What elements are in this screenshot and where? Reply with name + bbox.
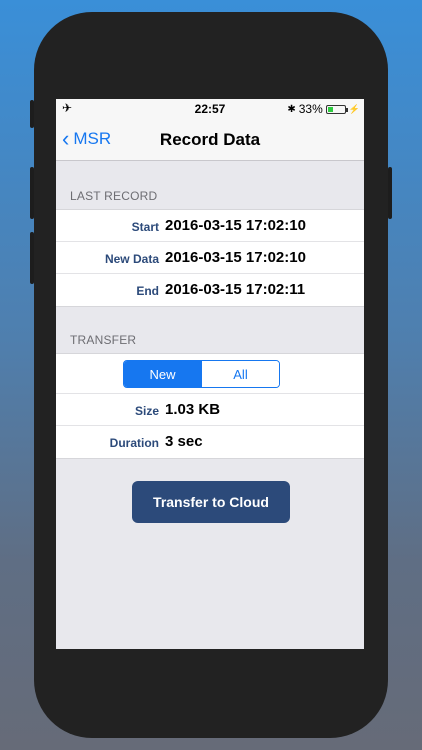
section-header-last-record: LAST RECORD	[70, 189, 158, 203]
segment-new[interactable]: New	[124, 361, 201, 387]
status-bar: ✈ 22:57 ✱ 33% ⚡	[56, 99, 364, 119]
end-value: 2016-03-15 17:02:11	[165, 281, 306, 298]
end-label: End	[136, 284, 159, 298]
row-end: End 2016-03-15 17:02:11	[56, 274, 364, 306]
transfer-group: New All Size 1.03 KB Duration 3 sec	[56, 353, 364, 459]
charging-icon: ⚡	[348, 103, 360, 114]
battery-percent: 33%	[298, 102, 323, 116]
app-screen: ✈ 22:57 ✱ 33% ⚡ ‹ MSR Record Data LAST R…	[56, 99, 364, 649]
new-data-label: New Data	[104, 252, 159, 266]
row-new-data: New Data 2016-03-15 17:02:10	[56, 242, 364, 274]
mute-switch	[30, 100, 34, 128]
page-title: Record Data	[159, 130, 261, 149]
start-label: Start	[131, 220, 159, 234]
segment-all[interactable]: All	[201, 361, 279, 387]
transfer-to-cloud-button[interactable]: Transfer to Cloud	[132, 481, 290, 523]
volume-up-button	[30, 167, 34, 219]
volume-down-button	[30, 232, 34, 284]
size-value: 1.03 KB	[165, 401, 221, 418]
power-button	[388, 167, 392, 219]
row-size: Size 1.03 KB	[56, 394, 364, 426]
segment-row: New All	[56, 354, 364, 394]
bluetooth-icon: ✱	[287, 103, 296, 115]
duration-label: Duration	[109, 436, 159, 450]
size-label: Size	[134, 404, 159, 418]
row-start: Start 2016-03-15 17:02:10	[56, 210, 364, 242]
status-right: ✱ 33% ⚡	[287, 102, 360, 116]
new-data-value: 2016-03-15 17:02:10	[165, 249, 306, 266]
row-duration: Duration 3 sec	[56, 426, 364, 458]
duration-value: 3 sec	[165, 433, 203, 450]
battery-fill	[327, 106, 333, 112]
transfer-mode-segment: New All	[123, 360, 280, 388]
battery-icon	[325, 104, 348, 114]
section-header-transfer: TRANSFER	[70, 333, 137, 347]
start-value: 2016-03-15 17:02:10	[165, 217, 306, 234]
last-record-group: Start 2016-03-15 17:02:10 New Data 2016-…	[56, 209, 364, 307]
navigation-bar: ‹ MSR Record Data	[56, 119, 364, 161]
